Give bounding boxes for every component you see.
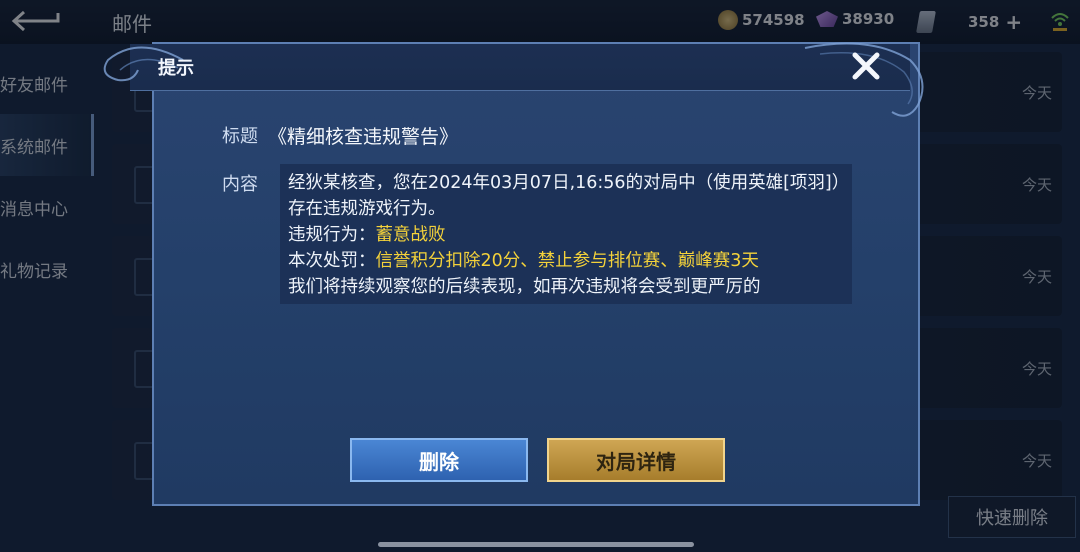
gem-amount: 38930 xyxy=(842,10,895,28)
sidebar-item-message-center[interactable]: 消息中心 xyxy=(0,176,94,238)
top-bar: 邮件 574598 38930 358 + xyxy=(0,0,1080,44)
mail-sidebar: 好友邮件 系统邮件 消息中心 礼物记录 xyxy=(0,52,94,300)
mail-content-box[interactable]: 经狄某核查，您在2024年03月07日,16:56的对局中（使用英雄[项羽]）存… xyxy=(280,164,852,304)
mail-date: 今天 xyxy=(1021,452,1052,470)
mail-date: 今天 xyxy=(1021,360,1052,378)
penalty-prefix: 本次处罚： xyxy=(288,251,376,271)
voucher-counter: 358 + xyxy=(968,10,1022,34)
sidebar-item-label: 礼物记录 xyxy=(0,261,68,282)
match-details-button[interactable]: 对局详情 xyxy=(547,438,725,482)
back-arrow-icon[interactable] xyxy=(10,8,64,34)
coin-counter: 574598 xyxy=(718,10,805,30)
mail-date: 今天 xyxy=(1021,84,1052,102)
sidebar-item-system-mail[interactable]: 系统邮件 xyxy=(0,114,94,176)
violation-prefix: 违规行为： xyxy=(288,225,376,245)
sidebar-item-gift-record[interactable]: 礼物记录 xyxy=(0,238,94,300)
voucher-amount: 358 xyxy=(968,13,1000,31)
mail-date: 今天 xyxy=(1021,268,1052,286)
violation-line: 违规行为：蓄意战败 xyxy=(288,222,844,248)
content-line: 经狄某核查，您在2024年03月07日,16:56的对局中（使用英雄[项羽]）存… xyxy=(288,173,841,219)
penalty-line: 本次处罚：信誉积分扣除20分、禁止参与排位赛、巅峰赛3天 xyxy=(288,248,844,274)
page-title: 邮件 xyxy=(112,12,152,36)
mail-subject: 《精细核查违规警告》 xyxy=(268,126,459,148)
add-currency-icon[interactable]: + xyxy=(1005,10,1022,34)
wifi-icon xyxy=(1051,13,1069,31)
content-label: 内容 xyxy=(222,174,258,195)
violation-value: 蓄意战败 xyxy=(375,225,446,245)
mail-date: 今天 xyxy=(1021,176,1052,194)
dialog-title: 提示 xyxy=(158,58,194,79)
coin-amount: 574598 xyxy=(742,11,805,29)
voucher-icon xyxy=(916,11,936,33)
sidebar-item-label: 系统邮件 xyxy=(0,137,68,158)
sidebar-item-label: 消息中心 xyxy=(0,199,68,220)
sidebar-item-friend-mail[interactable]: 好友邮件 xyxy=(0,52,94,114)
penalty-value: 信誉积分扣除20分、禁止参与排位赛、巅峰赛3天 xyxy=(375,251,759,271)
sidebar-item-label: 好友邮件 xyxy=(0,75,68,96)
gem-icon xyxy=(816,11,838,27)
notice-dialog: 提示 标题 《精细核查违规警告》 内容 经狄某核查，您在2024年03月07日,… xyxy=(103,42,924,506)
content-line: 我们将持续观察您的后续表现，如再次违规将会受到更严厉的 xyxy=(288,277,761,297)
dialog-header: 提示 xyxy=(103,42,924,117)
title-label: 标题 xyxy=(222,126,258,147)
gem-counter: 38930 xyxy=(816,10,894,28)
close-icon[interactable] xyxy=(848,48,884,84)
coin-icon xyxy=(718,10,738,30)
home-indicator[interactable] xyxy=(378,542,694,547)
delete-button[interactable]: 删除 xyxy=(350,438,528,482)
quick-delete-button[interactable]: 快速删除 xyxy=(948,496,1076,538)
